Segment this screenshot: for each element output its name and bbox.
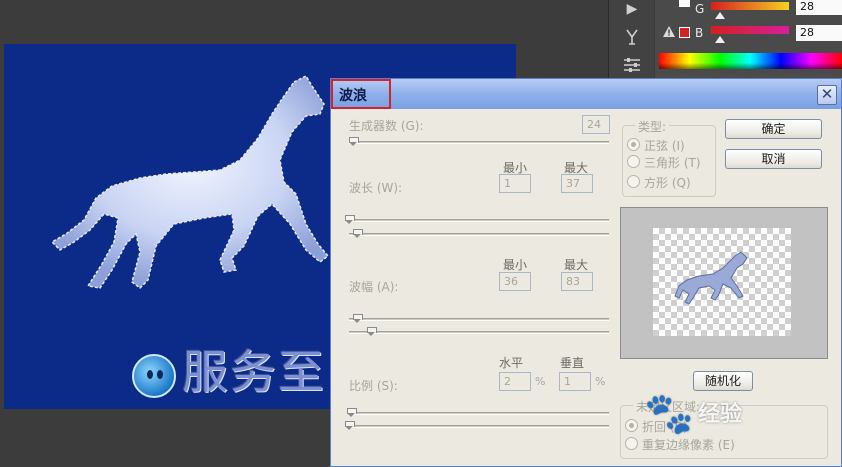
blue-slider-thumb[interactable]: [715, 36, 725, 43]
green-channel-slider[interactable]: [711, 2, 789, 10]
preview-transparency-grid: [653, 228, 791, 336]
title-highlight-box: [331, 79, 391, 109]
scale-vertical-thumb[interactable]: [345, 421, 355, 431]
adjustments-icon[interactable]: [621, 56, 643, 74]
gamut-warning-swatch[interactable]: [679, 27, 690, 38]
baidu-jingyan-watermark: 🐾 经验: [636, 388, 826, 440]
paw-logo-icon: 🐾: [644, 391, 694, 437]
generators-input[interactable]: 24: [582, 115, 610, 134]
amplitude-min-thumb[interactable]: [353, 314, 363, 324]
scale-horizontal-input[interactable]: 2: [499, 372, 531, 391]
scale-vertical-header: 垂直: [560, 356, 585, 370]
scale-horizontal-track[interactable]: [349, 412, 609, 415]
filter-preview[interactable]: [620, 207, 828, 359]
wavelength-min-input[interactable]: 1: [499, 174, 531, 193]
amplitude-label: 波幅 (A):: [349, 280, 399, 294]
ok-button[interactable]: 确定: [725, 119, 822, 139]
scale-horizontal-thumb[interactable]: [347, 408, 357, 418]
type-triangle-label[interactable]: 三角形 (T): [644, 154, 701, 171]
type-sine-radio[interactable]: [627, 138, 640, 151]
color-row-blue: B 28: [655, 24, 842, 46]
type-group-title: 类型:: [635, 118, 670, 135]
watermark-text: 经验: [698, 402, 743, 427]
cloud-horse-image: [50, 75, 330, 289]
amplitude-max-thumb[interactable]: [367, 327, 377, 337]
type-square-label[interactable]: 方形 (Q): [644, 174, 691, 191]
blue-value-field[interactable]: 28: [796, 25, 842, 41]
photoshop-workspace: ▶ G 28 B 28 服务至 波浪 ✕ 生成器数 (G): 24 最小 最大 …: [0, 0, 842, 467]
wavelength-min-track[interactable]: [349, 219, 609, 222]
foreground-swatch[interactable]: [679, 0, 690, 7]
logo-badge-icon: [132, 354, 176, 398]
close-button[interactable]: ✕: [817, 85, 837, 105]
color-row-green: G 28: [655, 0, 842, 22]
generators-slider-thumb[interactable]: [349, 137, 359, 147]
warning-icon[interactable]: [663, 26, 675, 40]
wavelength-label: 波长 (W):: [349, 181, 403, 195]
brush-tool-icon[interactable]: [621, 28, 643, 46]
blue-channel-slider[interactable]: [711, 26, 789, 34]
play-icon[interactable]: ▶: [621, 0, 643, 18]
scale-vertical-track[interactable]: [349, 425, 609, 428]
wavelength-max-thumb[interactable]: [353, 229, 363, 239]
amplitude-max-track[interactable]: [349, 331, 609, 334]
blue-channel-label: B: [695, 26, 704, 40]
generators-slider-track[interactable]: [349, 141, 609, 144]
green-channel-label: G: [695, 2, 705, 16]
scale-vertical-unit: %: [595, 375, 606, 388]
type-square-radio[interactable]: [627, 175, 640, 188]
color-panel: G 28 B 28: [655, 0, 842, 90]
green-value-field[interactable]: 28: [796, 0, 842, 15]
wavelength-max-input[interactable]: 37: [561, 174, 593, 193]
generators-label: 生成器数 (G):: [349, 119, 424, 133]
cancel-button[interactable]: 取消: [725, 149, 822, 169]
side-tool-strip: ▶: [608, 0, 654, 90]
amplitude-min-header: 最小: [503, 258, 528, 272]
green-slider-thumb[interactable]: [715, 12, 725, 19]
amplitude-max-input[interactable]: 83: [561, 272, 593, 291]
scale-horizontal-header: 水平: [499, 356, 524, 370]
wavelength-min-thumb[interactable]: [345, 215, 355, 225]
amplitude-min-track[interactable]: [349, 318, 609, 321]
scale-horizontal-unit: %: [535, 375, 546, 388]
preview-horse-thumbnail: [674, 251, 748, 305]
color-spectrum-bar[interactable]: [659, 53, 842, 69]
scale-label: 比例 (S):: [349, 379, 398, 393]
wavelength-max-track[interactable]: [349, 233, 609, 236]
scale-vertical-input[interactable]: 1: [559, 372, 591, 391]
type-sine-label[interactable]: 正弦 (I): [644, 137, 685, 154]
amplitude-min-input[interactable]: 36: [499, 272, 531, 291]
canvas-logo-text: 服务至: [182, 345, 326, 399]
amplitude-max-header: 最大: [564, 258, 589, 272]
type-triangle-radio[interactable]: [627, 155, 640, 168]
dialog-titlebar[interactable]: 波浪 ✕: [331, 79, 841, 109]
